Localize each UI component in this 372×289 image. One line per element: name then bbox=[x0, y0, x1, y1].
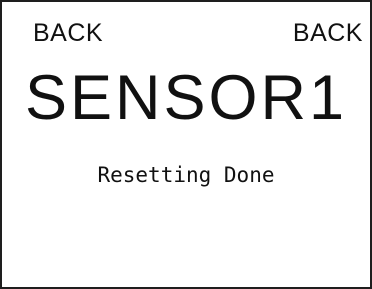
sensor-title: SENSOR1 bbox=[24, 63, 348, 133]
back-button-right[interactable]: BACK bbox=[293, 18, 363, 48]
back-button-left[interactable]: BACK bbox=[33, 18, 103, 48]
status-message: Resetting Done bbox=[97, 163, 275, 187]
device-display: BACK BACK SENSOR1 Resetting Done bbox=[0, 0, 372, 289]
